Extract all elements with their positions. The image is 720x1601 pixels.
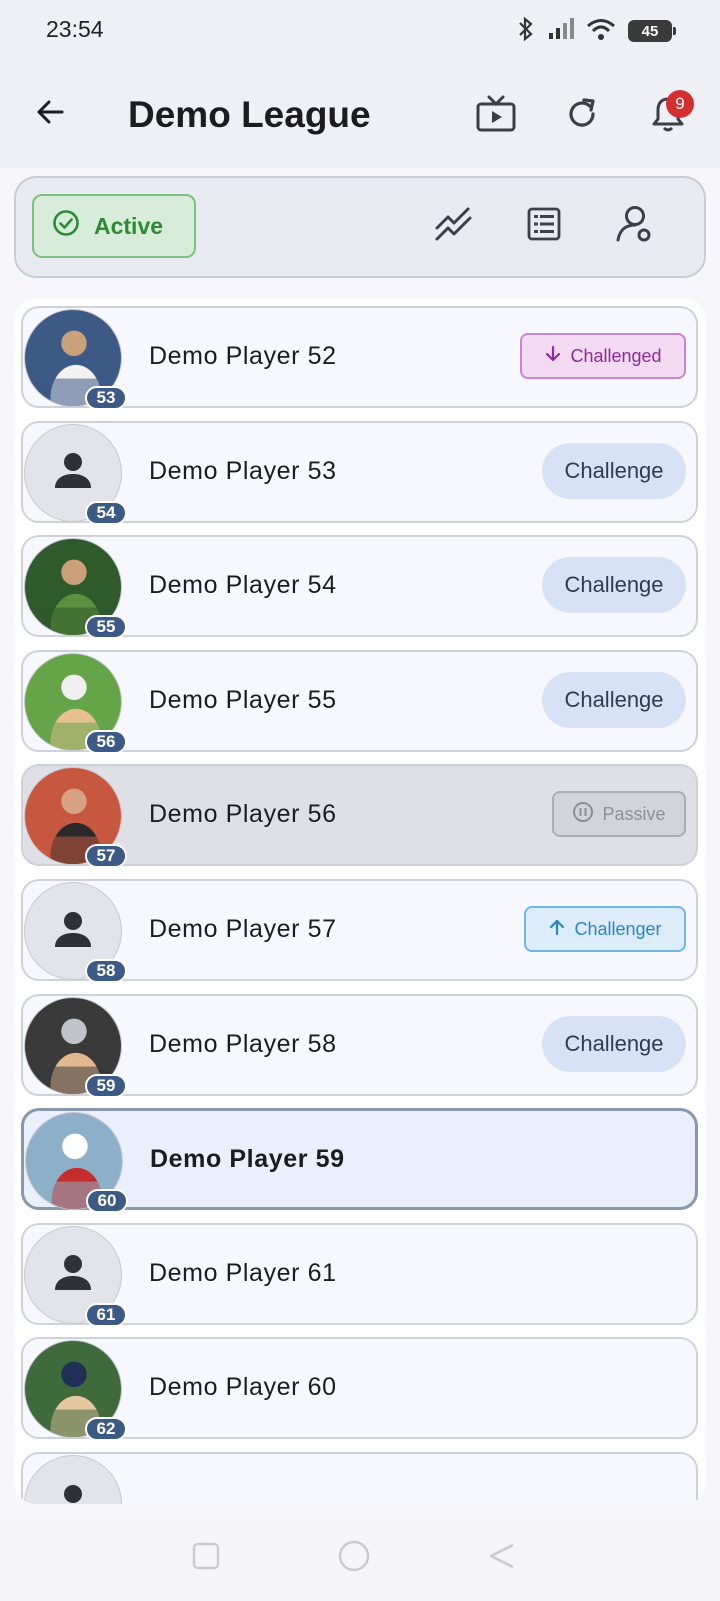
arrow-left-icon [34,96,66,133]
person-search-icon [614,204,654,249]
player-row[interactable]: 61 Demo Player 61 [21,1222,698,1327]
player-row[interactable] [21,1452,698,1504]
back-nav-button[interactable] [482,1538,522,1578]
rank-badge: 61 [85,1302,127,1327]
status-tag-label: Challenged [570,345,662,366]
person-icon [52,908,94,955]
square-icon [191,1541,221,1576]
player-name: Demo Player 60 [149,1373,337,1402]
bluetooth-icon [516,16,536,47]
challenger-status-tag: Challenger [524,906,686,952]
person-icon [52,1251,94,1298]
challenge-button[interactable]: Challenge [542,671,686,728]
rank-badge: 56 [85,729,127,754]
refresh-icon [564,96,600,137]
app-bar: Demo League 9 [0,64,720,168]
rank-badge: 62 [85,1417,127,1442]
rank-badge: 55 [85,615,127,640]
back-button[interactable] [24,88,76,140]
active-label: Active [94,212,164,239]
challenge-button[interactable]: Challenge [542,557,686,614]
status-icons: 45 [516,14,676,48]
challenge-button[interactable]: Challenge [542,1015,686,1072]
player-row[interactable]: 53 Demo Player 52 Challenged [21,306,698,410]
list-view-button[interactable] [518,200,570,252]
rank-badge: 54 [85,500,127,525]
player-name: Demo Player 58 [149,1029,337,1058]
player-row[interactable]: 55 Demo Player 54 Challenge [21,535,698,640]
player-list: 53 Demo Player 52 Challenged 54 Demo Player … [14,298,706,1504]
player-row[interactable]: 62 Demo Player 60 [21,1337,698,1442]
arrow-up-icon [548,918,566,941]
system-nav-bar [0,1518,720,1601]
notifications-button[interactable]: 9 [640,88,696,144]
rank-badge: 60 [86,1189,128,1214]
refresh-button[interactable] [554,88,610,144]
pause-circle-icon [572,801,594,828]
live-stream-button[interactable] [468,88,524,144]
default-avatar [24,1455,122,1504]
arrow-down-icon [544,345,562,368]
player-name: Demo Player 61 [149,1258,337,1287]
player-row[interactable]: 59 Demo Player 58 Challenge [21,993,698,1098]
player-name: Demo Player 59 [150,1145,345,1174]
player-row[interactable]: 54 Demo Player 53 Challenge [21,420,698,525]
status-time: 23:54 [46,16,104,42]
player-name: Demo Player 53 [149,456,337,485]
status-bar: 23:54 45 [0,0,720,64]
player-name: Demo Player 52 [149,342,337,370]
challenge-button[interactable]: Challenge [542,442,686,499]
status-tag-label: Challenger [574,918,662,939]
page-title: Demo League [128,94,371,135]
triangle-back-icon [487,1541,517,1576]
person-icon [52,449,94,496]
player-row[interactable]: 57 Demo Player 56 Passive [21,764,698,869]
player-name: Demo Player 54 [149,571,337,600]
list-icon [527,207,561,246]
player-row[interactable]: 56 Demo Player 55 Challenge [21,649,698,754]
battery-icon: 45 [628,20,676,42]
wifi-icon [586,17,616,46]
player-row[interactable]: 58 Demo Player 57 Challenger [21,879,698,983]
person-icon [52,1481,94,1505]
rank-badge: 53 [85,386,127,410]
circle-icon [336,1538,372,1579]
player-search-button[interactable] [608,200,660,252]
status-tag-label: Passive [602,803,666,824]
player-name: Demo Player 57 [149,915,337,943]
recent-apps-button[interactable] [186,1538,226,1578]
statistics-button[interactable] [428,200,480,252]
notification-badge: 9 [666,90,694,118]
passive-status-tag: Passive [552,791,686,838]
trend-chart-icon [434,206,474,247]
home-button[interactable] [334,1538,374,1578]
player-name: Demo Player 55 [149,685,337,714]
app-screen: 23:54 45 Demo League 9 Active 53 Demo Pl… [0,0,720,1601]
filter-bar: Active [14,176,706,278]
rank-badge: 58 [85,959,127,983]
player-row[interactable]: 60 Demo Player 59 [21,1108,698,1214]
signal-icon [548,17,574,45]
challenged-status-tag: Challenged [520,333,686,379]
active-status-chip[interactable]: Active [32,194,196,258]
player-name: Demo Player 56 [149,800,337,829]
rank-badge: 59 [85,1073,127,1098]
rank-badge: 57 [85,844,127,869]
check-circle-icon [52,209,80,243]
tv-play-icon [475,94,517,139]
